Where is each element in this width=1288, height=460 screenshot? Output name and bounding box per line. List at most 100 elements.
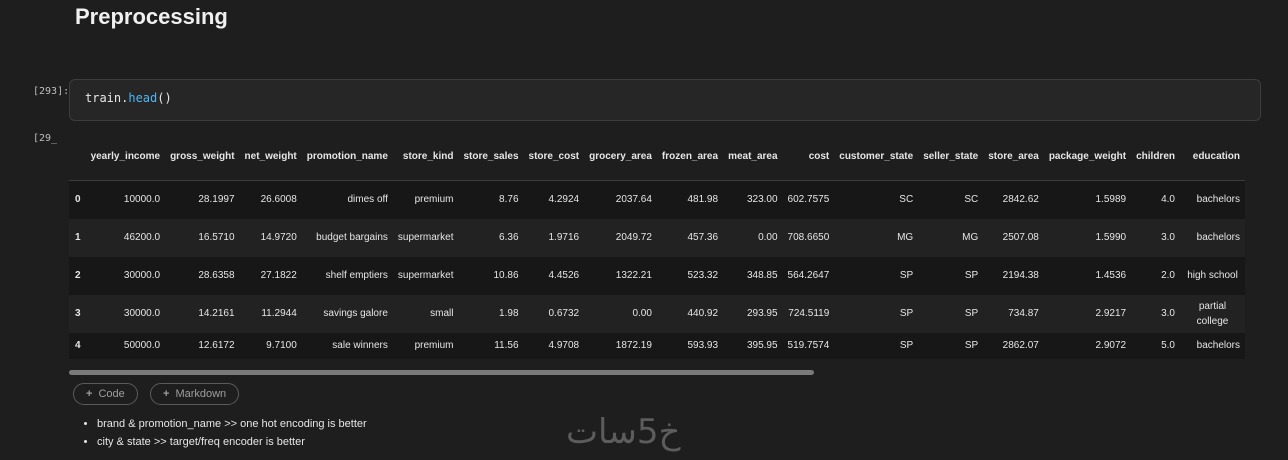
table-cell: 2862.07 xyxy=(1002,340,1039,351)
table-cell: 28.1997 xyxy=(198,194,235,206)
list-item: brand & promotion_name >> one hot encodi… xyxy=(97,415,367,433)
column-header: frozen_area xyxy=(661,151,719,162)
table-row: 4 50000.0 12.6172 9.7100 sale winners premium… xyxy=(69,332,1245,359)
column-header: yearly_income xyxy=(90,151,161,162)
column-header: customer_state xyxy=(839,151,914,162)
table-cell: 395.95 xyxy=(746,340,778,351)
table-cell: 28.6358 xyxy=(198,270,235,281)
table-row: 2 30000.0 28.6358 27.1822 shelf emptiers supe… xyxy=(69,256,1245,295)
table-cell: 1.9716 xyxy=(548,232,580,243)
table-cell: 602.7575 xyxy=(787,194,830,206)
code-object: train xyxy=(85,91,122,105)
column-header: store_kind xyxy=(402,151,454,162)
table-cell: 12.6172 xyxy=(198,340,235,351)
table-cell: 1872.19 xyxy=(615,340,652,351)
table-cell: 593.93 xyxy=(687,340,719,351)
table-cell: MG xyxy=(962,232,979,243)
table-cell: 523.32 xyxy=(687,270,719,281)
table-cell: 519.7574 xyxy=(787,340,830,351)
table-cell: 1322.21 xyxy=(615,270,652,281)
table-cell: MG xyxy=(897,232,914,243)
add-code-button[interactable]: + Code xyxy=(73,383,138,405)
table-cell: 4.9708 xyxy=(548,340,580,351)
table-cell: 4.0 xyxy=(1161,194,1175,206)
table-cell: bachelors xyxy=(1196,194,1240,206)
column-header: gross_weight xyxy=(170,151,235,162)
table-cell: 0.6732 xyxy=(548,308,580,319)
horizontal-scrollbar[interactable] xyxy=(69,370,814,375)
table-cell: 708.6650 xyxy=(787,232,830,243)
dataframe-table: yearly_income gross_weight net_weight promo… xyxy=(69,133,1245,359)
table-cell: 4.4526 xyxy=(548,270,580,281)
table-cell: SP xyxy=(964,340,979,351)
table-cell: small xyxy=(430,308,454,319)
add-markdown-label: Markdown xyxy=(175,388,227,400)
column-header: store_sales xyxy=(463,151,519,162)
table-body: 0 10000.0 28.1997 26.6008 dimes off premium 8.… xyxy=(69,180,1245,359)
table-cell: SC xyxy=(899,194,914,206)
table-cell: 2.0 xyxy=(1161,270,1175,281)
table-cell: 293.95 xyxy=(746,308,778,319)
table-cell: 3.0 xyxy=(1161,232,1175,243)
table-cell: supermarket xyxy=(397,270,454,281)
plus-icon: + xyxy=(86,388,93,400)
table-cell: SP xyxy=(964,308,979,319)
table-cell: 11.56 xyxy=(494,340,519,351)
row-index: 0 xyxy=(75,194,81,206)
table-cell: premium xyxy=(414,340,454,351)
list-item: city & state >> target/freq encoder is b… xyxy=(97,433,367,451)
column-header: promotion_name xyxy=(306,151,388,162)
markdown-notes: brand & promotion_name >> one hot encodi… xyxy=(80,415,367,451)
table-cell: 2.9217 xyxy=(1095,308,1127,319)
table-cell: 30000.0 xyxy=(123,270,161,281)
table-cell: 1.5989 xyxy=(1095,194,1127,206)
table-cell: 348.85 xyxy=(746,270,778,281)
table-cell: 5.0 xyxy=(1161,340,1175,351)
dataframe-output[interactable]: yearly_income gross_weight net_weight promo… xyxy=(69,133,1288,378)
column-header: store_cost xyxy=(528,151,580,162)
code-cell-prompt: [293]: xyxy=(33,86,70,97)
table-cell: 457.36 xyxy=(687,232,719,243)
table-cell: 323.00 xyxy=(746,194,778,206)
table-cell: high school xyxy=(1187,270,1238,281)
table-cell: 734.87 xyxy=(1008,308,1039,319)
table-cell: 564.2647 xyxy=(787,270,830,281)
table-cell: 481.98 xyxy=(687,194,719,206)
table-cell: 3.0 xyxy=(1161,308,1175,319)
watermark-logo: خ5سات xyxy=(566,412,681,452)
column-header: seller_state xyxy=(923,151,979,162)
table-header-row: yearly_income gross_weight net_weight promo… xyxy=(69,133,1245,181)
table-cell: 10.86 xyxy=(493,270,519,281)
code-cell-editor[interactable]: train.head() xyxy=(69,79,1261,121)
table-cell: 30000.0 xyxy=(123,308,161,319)
table-cell: 724.5119 xyxy=(788,308,830,319)
column-header: package_weight xyxy=(1048,151,1127,162)
table-cell: premium xyxy=(414,194,454,206)
table-cell: 1.4536 xyxy=(1095,270,1127,281)
table-cell: 14.2161 xyxy=(198,308,235,319)
add-markdown-button[interactable]: + Markdown xyxy=(150,383,240,405)
table-cell: 2049.72 xyxy=(615,232,652,243)
code-method: head xyxy=(128,91,158,105)
table-cell: budget bargains xyxy=(316,232,388,243)
table-cell: savings galore xyxy=(323,308,388,319)
table-cell: SC xyxy=(964,194,979,206)
table-cell: 4.2924 xyxy=(548,194,580,206)
table-cell: SP xyxy=(964,270,979,281)
table-cell: 46200.0 xyxy=(123,232,161,243)
column-header: education xyxy=(1192,151,1240,162)
table-cell: 14.9720 xyxy=(260,232,297,243)
table-cell: partial college xyxy=(1196,300,1229,327)
table-cell: 2194.38 xyxy=(1002,270,1039,281)
table-cell: 6.36 xyxy=(499,232,519,243)
table-cell: dimes off xyxy=(347,194,388,206)
table-cell: 0.00 xyxy=(758,232,778,243)
code-line[interactable]: train.head() xyxy=(85,91,172,105)
plus-icon: + xyxy=(163,388,170,400)
table-cell: supermarket xyxy=(397,232,454,243)
table-cell: 2842.62 xyxy=(1002,194,1039,206)
table-cell: shelf emptiers xyxy=(325,270,388,281)
column-header: meat_area xyxy=(728,151,778,162)
table-cell: 11.2944 xyxy=(261,308,297,319)
table-cell: 9.7100 xyxy=(266,340,297,351)
